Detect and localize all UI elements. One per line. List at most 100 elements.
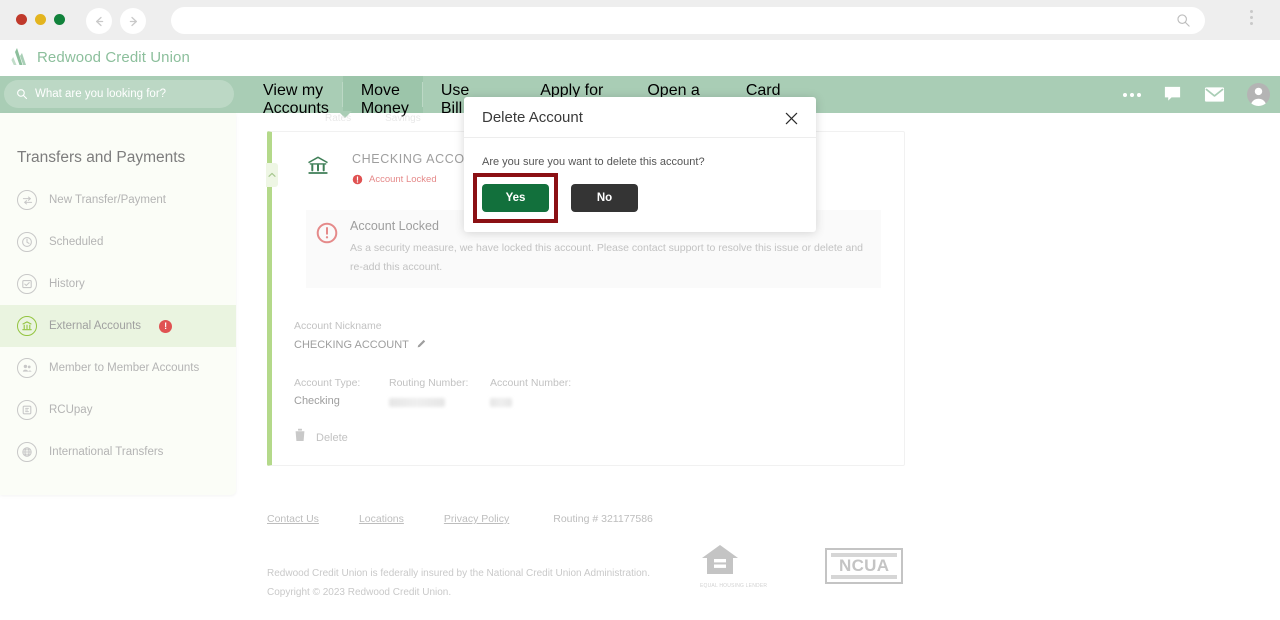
alert-circle-icon (352, 174, 363, 185)
locked-banner-body: As a security measure, we have locked th… (350, 242, 864, 274)
sidebar-item-rcupay[interactable]: RCUpay (0, 389, 236, 431)
ncua-bottom-band (831, 575, 898, 579)
close-window-button[interactable] (16, 14, 27, 25)
search-icon (17, 89, 28, 100)
sidebar-item-label: Scheduled (49, 236, 104, 248)
sidebar-item-international-transfers[interactable]: International Transfers (0, 431, 236, 473)
footer-legal-line2: Copyright © 2023 Redwood Credit Union. (267, 586, 452, 598)
forward-button[interactable] (120, 8, 146, 34)
sidebar-item-label: RCUpay (49, 404, 93, 416)
dialog-title: Delete Account (482, 108, 583, 126)
forward-arrow-icon (129, 16, 137, 26)
sidebar: Transfers and Payments New Transfer/Paym… (0, 113, 236, 495)
sidebar-item-label: International Transfers (49, 446, 164, 458)
footer-links: Contact Us Locations Privacy Policy Rout… (267, 513, 653, 525)
sidebar-title: Transfers and Payments (17, 149, 186, 166)
sidebar-item-scheduled[interactable]: Scheduled (0, 221, 236, 263)
sidebar-item-label: Member to Member Accounts (49, 362, 200, 374)
minimize-window-button[interactable] (35, 14, 46, 25)
footer-link-privacy-policy[interactable]: Privacy Policy (444, 513, 509, 525)
maximize-window-button[interactable] (54, 14, 65, 25)
account-details: Account Nickname CHECKING ACCOUNT Accoun… (294, 320, 610, 407)
sidebar-item-label: New Transfer/Payment (49, 194, 166, 206)
cancel-no-button[interactable]: No (571, 184, 638, 212)
chevron-up-icon (268, 172, 276, 177)
sidebar-item-external-accounts[interactable]: External Accounts ! (0, 305, 236, 347)
globe-icon (17, 442, 37, 462)
nav-item-line1: View my (263, 82, 324, 99)
avatar[interactable] (1247, 83, 1270, 106)
url-search-icon (1176, 13, 1191, 33)
transfer-arrows-icon (17, 190, 37, 210)
delete-account-dialog: Delete Account Are you sure you want to … (464, 97, 816, 232)
nickname-row: CHECKING ACCOUNT (294, 338, 610, 352)
dialog-actions: Yes No (464, 168, 816, 223)
field-account-number: Account Number: (490, 377, 610, 407)
ncua-top-band (831, 553, 898, 557)
redwood-trees-logo-icon (11, 48, 26, 65)
app-root: Redwood Credit Union What are you lookin… (0, 0, 1280, 620)
field-label: Account Type: (294, 377, 361, 389)
confirm-button-wrapper: Yes (473, 173, 558, 223)
delete-label: Delete (316, 431, 348, 444)
alert-circle-icon (316, 222, 338, 249)
footer-legal: Redwood Credit Union is federally insure… (267, 565, 650, 602)
chat-icon[interactable] (1163, 85, 1182, 104)
back-button[interactable] (86, 8, 112, 34)
rcupay-icon (17, 400, 37, 420)
nav-item-move-money[interactable]: Move Money (342, 76, 423, 117)
field-routing-number: Routing Number: (389, 377, 490, 407)
back-arrow-icon (95, 16, 103, 26)
browser-menu-button[interactable] (1250, 10, 1253, 25)
search-input[interactable]: What are you looking for? (4, 80, 234, 108)
dialog-body: Are you sure you want to delete this acc… (464, 138, 816, 168)
people-icon (17, 358, 37, 378)
ncua-logo: NCUA (825, 548, 904, 584)
footer-link-locations[interactable]: Locations (359, 513, 404, 525)
clock-icon (17, 232, 37, 252)
brand-logo[interactable]: Redwood Credit Union (10, 46, 190, 68)
field-value: Checking (294, 395, 340, 407)
nickname-value: CHECKING ACCOUNT (294, 339, 409, 351)
sidebar-list: New Transfer/Payment Scheduled History E… (0, 179, 236, 473)
locked-banner-title: Account Locked (350, 219, 439, 233)
bank-building-icon (306, 154, 330, 183)
sidebar-alert-badge: ! (159, 319, 173, 333)
account-status-text: Account Locked (369, 174, 437, 185)
redacted-value (389, 398, 445, 407)
footer-link-contact-us[interactable]: Contact Us (267, 513, 319, 525)
footer-logos: EQUAL HOUSING LENDER NCUA (700, 543, 904, 589)
field-label: Account Number: (490, 377, 572, 389)
confirm-yes-button[interactable]: Yes (482, 184, 549, 212)
collapse-card-toggle[interactable] (266, 163, 278, 187)
sidebar-item-history[interactable]: History (0, 263, 236, 305)
pencil-edit-icon[interactable] (416, 338, 427, 352)
more-menu-icon[interactable] (1123, 92, 1141, 97)
close-icon[interactable] (780, 107, 802, 129)
bank-icon (17, 316, 37, 336)
search-placeholder: What are you looking for? (35, 88, 167, 100)
delete-account-button[interactable]: Delete (294, 428, 348, 447)
mail-icon[interactable] (1204, 86, 1225, 103)
browser-nav-buttons (86, 8, 146, 34)
site-header: Redwood Credit Union (0, 40, 1280, 76)
redacted-value (490, 398, 512, 407)
field-label: Routing Number: (389, 377, 469, 389)
brand-name: Redwood Credit Union (37, 48, 190, 66)
sidebar-item-member-to-member-accounts[interactable]: Member to Member Accounts (0, 347, 236, 389)
field-account-type: Account Type: Checking (294, 377, 389, 407)
footer-routing-number: Routing # 321177586 (553, 513, 653, 525)
sidebar-item-label: External Accounts (49, 320, 142, 332)
sidebar-item-new-transfer-payment[interactable]: New Transfer/Payment (0, 179, 236, 221)
nickname-label: Account Nickname (294, 320, 382, 332)
url-bar[interactable] (171, 7, 1205, 34)
nav-right-icons (1123, 76, 1270, 113)
dialog-header: Delete Account (464, 97, 816, 138)
ncua-label: NCUA (839, 556, 890, 575)
sidebar-item-label: History (49, 278, 85, 290)
history-icon (17, 274, 37, 294)
window-controls (16, 14, 65, 25)
trash-icon (294, 428, 306, 447)
nav-item-view-my-accounts[interactable]: View my Accounts (245, 76, 343, 117)
browser-chrome (0, 0, 1280, 40)
